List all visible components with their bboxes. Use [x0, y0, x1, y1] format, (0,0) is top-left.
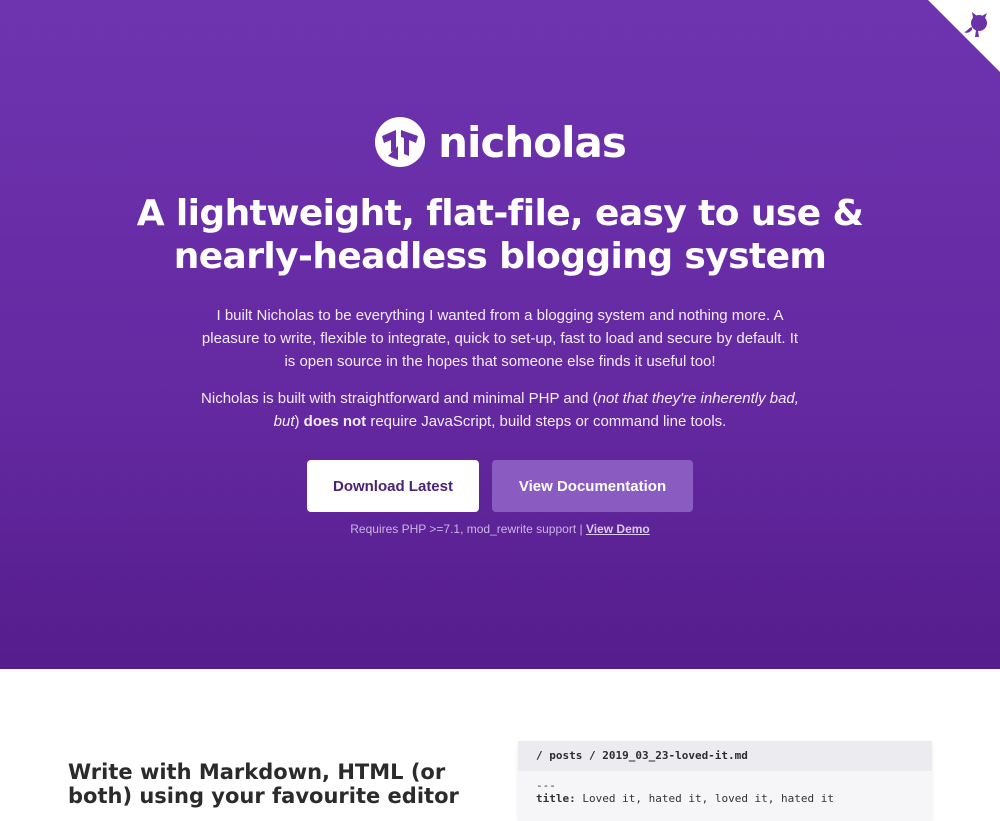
view-demo-link[interactable]: View Demo [586, 522, 650, 536]
view-documentation-button[interactable]: View Documentation [492, 460, 693, 512]
brand-name: nicholas [438, 117, 627, 167]
code-example-card: / posts / 2019_03_23-loved-it.md --- tit… [518, 741, 932, 821]
code-line: title: Loved it, hated it, loved it, hat… [536, 792, 914, 805]
builtwith-strong: does not [303, 413, 367, 430]
nicholas-logo-icon [375, 117, 426, 167]
hero-builtwith: Nicholas is built with straightforward a… [200, 387, 800, 433]
builtwith-lead: Nicholas is built with straightforward a… [201, 390, 598, 407]
hero-headline: A lightweight, flat-file, easy to use & … [136, 193, 864, 277]
requirements-note: Requires PHP >=7.1, mod_rewrite support … [0, 522, 1000, 536]
code-file-path: / posts / 2019_03_23-loved-it.md [518, 741, 932, 771]
builtwith-close: ) [294, 413, 304, 430]
builtwith-tail: require JavaScript, build steps or comma… [366, 413, 727, 430]
feature-title: Write with Markdown, HTML (or both) usin… [68, 760, 459, 808]
hero-section: nicholas A lightweight, flat-file, easy … [0, 0, 1000, 669]
code-line: --- [536, 779, 556, 792]
requirements-text: Requires PHP >=7.1, mod_rewrite support … [350, 522, 586, 536]
code-key: title: [536, 792, 576, 805]
github-octocat-icon[interactable] [962, 10, 992, 40]
hero-intro: I built Nicholas to be everything I want… [201, 307, 799, 370]
download-latest-button[interactable]: Download Latest [307, 460, 479, 512]
brand-logo: nicholas [0, 116, 1000, 168]
code-value: Loved it, hated it, loved it, hated it [575, 792, 835, 805]
code-body: --- title: Loved it, hated it, loved it,… [518, 771, 932, 813]
